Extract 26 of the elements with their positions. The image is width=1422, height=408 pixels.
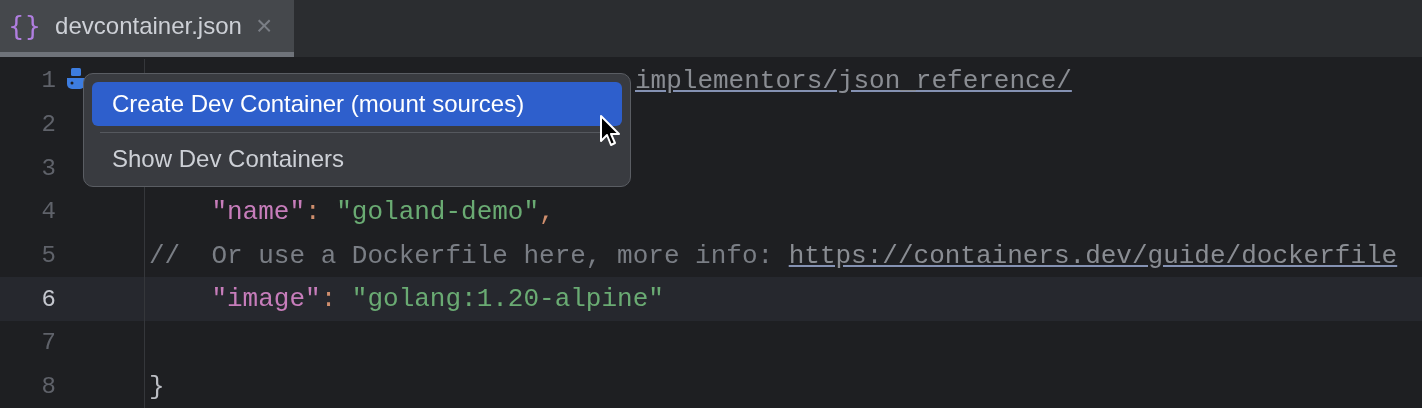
code-link[interactable]: https://containers.dev/guide/dockerfile — [788, 240, 1398, 271]
line-number: 5 — [40, 242, 56, 270]
tab-label: devcontainer.json — [55, 12, 242, 40]
mouse-pointer-icon — [599, 114, 621, 148]
code-text: : — [305, 196, 321, 227]
code-link[interactable]: implementors/json_reference/ — [635, 65, 1072, 96]
line-number: 7 — [40, 329, 56, 357]
code-text: , — [539, 196, 555, 227]
menu-item[interactable]: Create Dev Container (mount sources) — [92, 82, 622, 126]
code-text: // Or use a Dockerfile here, more info: — [149, 240, 774, 271]
line-number: 1 — [40, 67, 56, 95]
code-text: } — [149, 371, 165, 402]
line-number: 2 — [40, 111, 56, 139]
file-tab[interactable]: {} devcontainer.json × — [0, 0, 295, 57]
line-number: 8 — [40, 373, 56, 401]
menu-item[interactable]: Show Dev Containers — [92, 137, 622, 181]
json-file-icon: {} — [8, 11, 42, 41]
line-number: 6 — [40, 285, 56, 313]
line-number: 3 — [40, 154, 56, 182]
code-text: : — [320, 284, 337, 315]
line-number: 4 — [40, 198, 56, 226]
code-text: "golang:1.20-alpine" — [351, 284, 664, 315]
code-text: "goland-demo" — [336, 196, 540, 227]
code-text: "name" — [211, 196, 306, 227]
container-icon[interactable] — [67, 68, 85, 90]
code-text: "image" — [211, 284, 321, 315]
